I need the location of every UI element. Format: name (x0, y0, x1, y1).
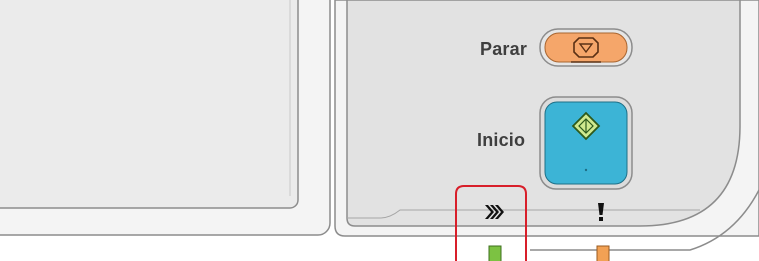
stop-label: Parar (480, 39, 528, 59)
touch-panel-frame (0, 0, 331, 236)
start-button[interactable] (540, 97, 632, 189)
stop-button[interactable] (540, 29, 632, 66)
start-label: Inicio (477, 130, 526, 150)
control-panel-illustration (0, 0, 759, 261)
